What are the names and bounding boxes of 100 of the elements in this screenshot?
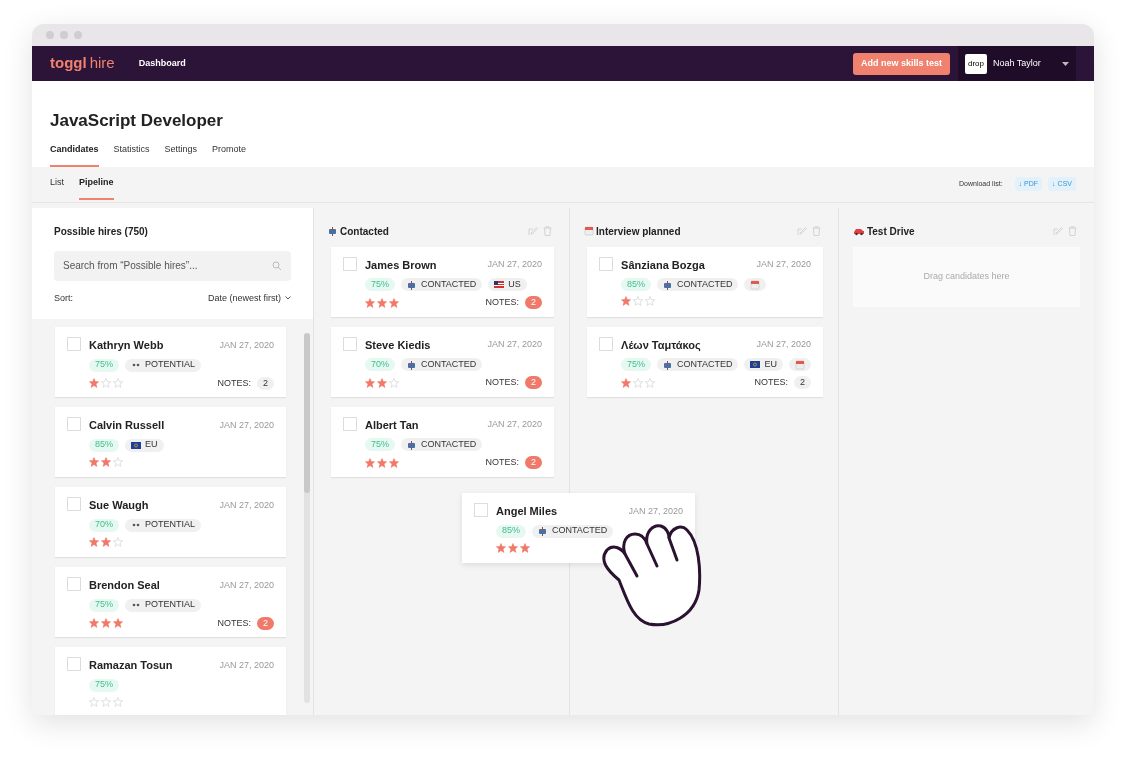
date: JAN 27, 2020	[756, 338, 811, 351]
candidate-card[interactable]: Ramazan Tosun JAN 27, 2020 75%	[55, 647, 287, 715]
star-icon	[101, 618, 111, 629]
trash-icon[interactable]	[543, 226, 553, 236]
notes-label: NOTES:	[485, 376, 520, 389]
star-rating[interactable]	[496, 542, 530, 553]
calendar-icon	[794, 359, 805, 370]
star-rating[interactable]	[89, 696, 123, 707]
tag-label: CONTACTED	[552, 524, 608, 538]
view-tab[interactable]: Pipeline	[79, 168, 114, 200]
star-rating[interactable]	[365, 377, 399, 388]
flag-icon	[131, 441, 141, 449]
sort-dropdown[interactable]: Date (newest first)	[207, 291, 291, 305]
star-icon	[113, 378, 123, 389]
star-rating[interactable]	[365, 457, 399, 468]
star-rating[interactable]	[89, 536, 123, 547]
column-title: Interview planned	[596, 224, 681, 239]
candidate-card[interactable]: Kathryn Webb JAN 27, 2020 75% POTENTIAL NOTES: 2	[55, 327, 287, 397]
candidate-name: Calvin Russell	[89, 418, 165, 433]
tag-label: POTENTIAL	[145, 598, 196, 612]
checkbox[interactable]	[599, 256, 614, 271]
score-badge: 75%	[365, 278, 395, 291]
checkbox[interactable]	[67, 497, 81, 511]
star-rating[interactable]	[89, 456, 123, 467]
tag-label: CONTACTED	[677, 277, 733, 291]
checkbox[interactable]	[474, 503, 488, 517]
tag-label: POTENTIAL	[145, 518, 196, 532]
star-rating[interactable]	[89, 618, 123, 629]
car-icon	[852, 226, 865, 236]
edit-icon[interactable]	[796, 226, 807, 236]
star-icon	[377, 297, 387, 308]
search-field[interactable]: Search from “Possible hires”...	[54, 250, 291, 281]
checkbox[interactable]	[67, 417, 81, 431]
candidate-card[interactable]: Albert Tan JAN 27, 2020 75% CONTACTED NOTES: 2	[331, 406, 555, 477]
tag-label: CONTACTED	[421, 357, 477, 371]
checkbox[interactable]	[343, 416, 357, 431]
tab[interactable]: Promote	[212, 143, 247, 167]
tab[interactable]: Candidates	[50, 143, 99, 167]
logo[interactable]: toggl hire	[50, 52, 115, 75]
date: JAN 27, 2020	[219, 578, 275, 592]
star-rating[interactable]	[365, 297, 399, 308]
mailbox-icon	[538, 526, 548, 536]
edit-icon[interactable]	[528, 226, 539, 236]
notes-count: 2	[525, 376, 543, 390]
candidate-card[interactable]: Brendon Seal JAN 27, 2020 75% POTENTIAL NOTES: 2	[55, 567, 287, 637]
score-badge: 85%	[621, 278, 652, 291]
candidate-card[interactable]: Λέων Ταμτάκος JAN 27, 2020 75% CONTACTED EU NOTES: 2	[587, 326, 823, 397]
star-icon	[101, 696, 111, 707]
candidate-card[interactable]: Sue Waugh JAN 27, 2020 70% POTENTIAL	[55, 487, 287, 557]
star-icon	[496, 542, 506, 553]
star-icon	[113, 456, 123, 467]
candidate-card[interactable]: Steve Kiedis JAN 27, 2020 70% CONTACTED NOTES: 2	[331, 326, 555, 397]
star-rating[interactable]	[89, 378, 123, 389]
candidate-name: Steve Kiedis	[365, 337, 431, 353]
star-icon	[365, 457, 375, 468]
date: JAN 27, 2020	[628, 504, 683, 518]
candidate-card[interactable]: Calvin Russell JAN 27, 2020 85% EU	[55, 407, 287, 477]
candidate-name: Ramazan Tosun	[89, 658, 173, 673]
candidate-card[interactable]: James Brown JAN 27, 2020 75% CONTACTED US NOTES: 2	[331, 246, 555, 317]
star-icon	[101, 378, 111, 389]
tag-label: CONTACTED	[421, 277, 477, 291]
eyes-icon	[131, 362, 141, 368]
chevron-icon	[285, 296, 291, 301]
mailbox-icon	[328, 226, 338, 236]
checkbox[interactable]	[67, 337, 81, 351]
star-rating[interactable]	[621, 377, 656, 388]
page-title: JavaScript Developer	[50, 110, 224, 130]
notes-count: 2	[793, 376, 811, 390]
avatar: drop	[965, 53, 987, 74]
date: JAN 27, 2020	[756, 258, 811, 271]
candidate-name: Sue Waugh	[89, 498, 149, 513]
trash-icon[interactable]	[811, 226, 821, 236]
checkbox[interactable]	[67, 577, 81, 591]
search-icon	[272, 260, 282, 271]
checkbox[interactable]	[343, 336, 357, 351]
checkbox[interactable]	[343, 256, 357, 271]
score-badge: 75%	[89, 358, 119, 372]
edit-icon[interactable]	[1053, 226, 1063, 236]
user-menu[interactable]: drop Noah Taylor	[958, 46, 1076, 81]
tag-label: CONTACTED	[677, 357, 733, 371]
view-tab[interactable]: List	[50, 168, 64, 200]
notes-label: NOTES:	[485, 296, 520, 309]
star-icon	[89, 536, 99, 547]
sort-label: Sort:	[54, 291, 73, 305]
score-badge: 75%	[621, 358, 652, 371]
candidate-name: Kathryn Webb	[89, 338, 164, 353]
checkbox[interactable]	[67, 657, 81, 671]
notes-label: NOTES:	[217, 616, 252, 630]
candidate-card[interactable]: Sânziana Bozga JAN 27, 2020 85% CONTACTED	[587, 246, 823, 317]
star-icon	[89, 456, 99, 467]
trash-icon[interactable]	[1068, 226, 1077, 236]
candidate-name: Albert Tan	[365, 417, 419, 433]
tab[interactable]: Statistics	[113, 143, 150, 167]
nav-link[interactable]: Dashboard	[138, 56, 186, 71]
star-icon	[621, 296, 632, 306]
tab[interactable]: Settings	[164, 143, 198, 167]
scrollbar[interactable]	[304, 333, 310, 703]
checkbox[interactable]	[599, 336, 614, 351]
star-rating[interactable]	[621, 296, 656, 306]
caret-icon	[1062, 61, 1069, 66]
